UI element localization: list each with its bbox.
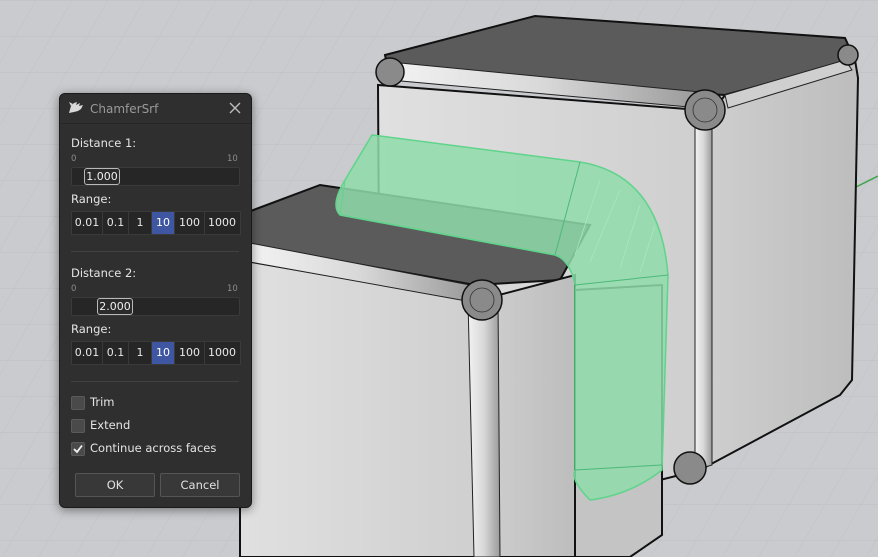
distance1-range-0.1[interactable]: 0.1 <box>103 212 129 234</box>
distance2-min-label: 0 <box>71 284 77 294</box>
checkmark-icon <box>73 444 83 454</box>
continue-across-faces-checkbox[interactable] <box>71 442 85 456</box>
continue-across-faces-label: Continue across faces <box>90 441 217 455</box>
distance1-range-group: 0.01 0.1 1 10 100 1000 <box>71 211 241 235</box>
distance2-max-label: 10 <box>227 284 238 294</box>
cancel-button[interactable]: Cancel <box>160 473 240 497</box>
chamfersrf-dialog: ChamferSrf Distance 1: 0 10 1.000 Range:… <box>59 93 252 508</box>
distance1-input[interactable]: 1.000 <box>84 168 120 185</box>
dialog-title: ChamferSrf <box>90 102 159 116</box>
distance1-min-label: 0 <box>71 154 77 164</box>
distance1-range-0.01[interactable]: 0.01 <box>72 212 103 234</box>
distance2-range-1000[interactable]: 1000 <box>205 342 239 364</box>
distance1-label: Distance 1: <box>71 136 137 150</box>
close-icon[interactable] <box>227 100 243 116</box>
distance1-max-label: 10 <box>227 154 238 164</box>
dialog-titlebar[interactable]: ChamferSrf <box>60 94 251 124</box>
divider <box>71 381 239 382</box>
distance2-range-10[interactable]: 10 <box>152 342 175 364</box>
distance1-range-label: Range: <box>71 192 112 206</box>
distance2-range-100[interactable]: 100 <box>175 342 205 364</box>
ok-button[interactable]: OK <box>75 473 155 497</box>
trim-checkbox[interactable] <box>71 396 85 410</box>
trim-label: Trim <box>90 395 115 409</box>
distance2-range-label: Range: <box>71 322 112 336</box>
distance1-range-10[interactable]: 10 <box>152 212 175 234</box>
distance2-range-1[interactable]: 1 <box>129 342 152 364</box>
distance1-range-1000[interactable]: 1000 <box>205 212 239 234</box>
distance1-slider[interactable]: 1.000 <box>71 167 240 186</box>
distance2-range-group: 0.01 0.1 1 10 100 1000 <box>71 341 241 365</box>
rhino-icon <box>68 100 85 115</box>
distance2-input[interactable]: 2.000 <box>97 298 133 315</box>
distance1-range-100[interactable]: 100 <box>175 212 205 234</box>
distance2-label: Distance 2: <box>71 266 137 280</box>
distance1-range-1[interactable]: 1 <box>129 212 152 234</box>
distance2-slider[interactable]: 2.000 <box>71 297 240 316</box>
distance2-range-0.1[interactable]: 0.1 <box>103 342 129 364</box>
extend-checkbox[interactable] <box>71 419 85 433</box>
distance2-range-0.01[interactable]: 0.01 <box>72 342 103 364</box>
extend-label: Extend <box>90 418 131 432</box>
divider <box>71 251 239 252</box>
